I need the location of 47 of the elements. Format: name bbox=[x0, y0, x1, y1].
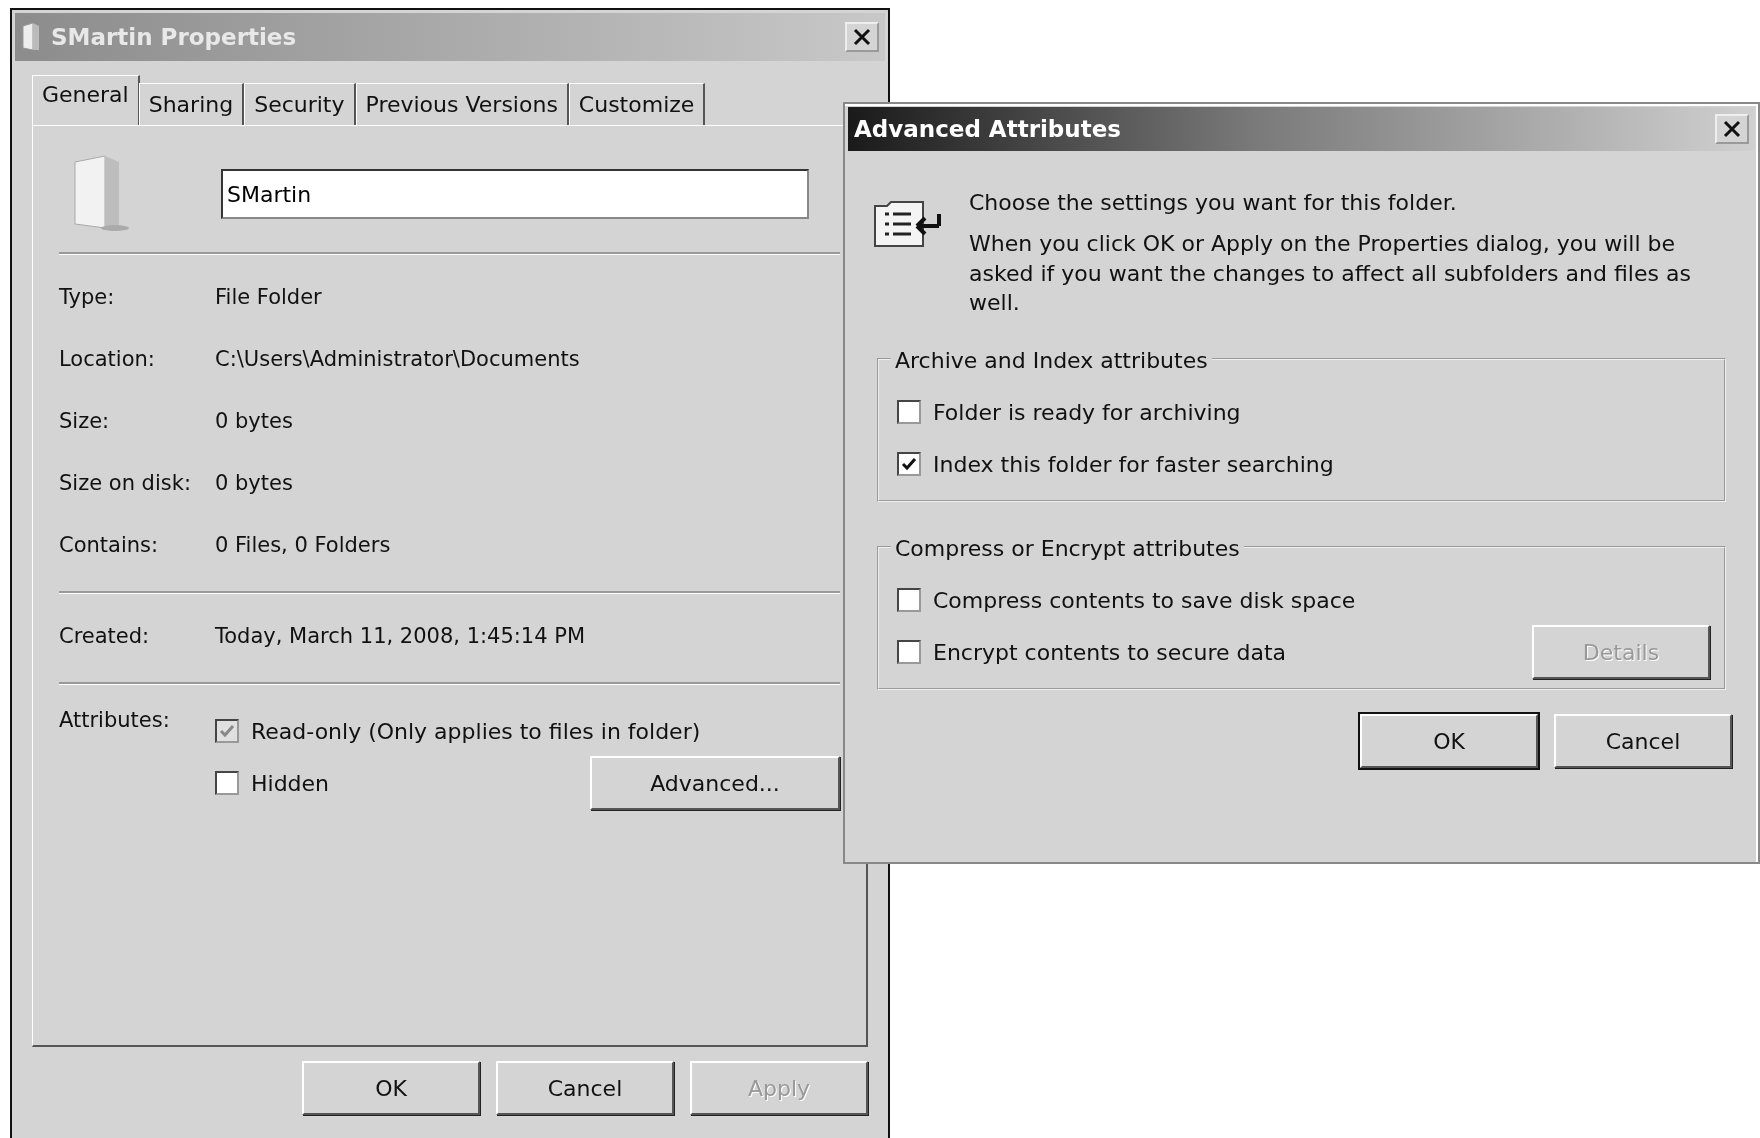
button[interactable]: OK bbox=[1360, 714, 1538, 769]
field-label: Location: bbox=[59, 346, 156, 374]
advanced-button[interactable]: Advanced... bbox=[590, 756, 840, 810]
field-label: Type: bbox=[59, 284, 116, 312]
checkbox-label: Read-only (Only applies to files in folder) bbox=[251, 717, 701, 746]
note-text: When you click OK or Apply on the Properties dialog, you will be asked if you want the changes to affect all subfolders and files as well. bbox=[969, 230, 1692, 318]
close-icon bbox=[853, 28, 871, 46]
checkbox[interactable] bbox=[215, 771, 239, 795]
button[interactable]: OK bbox=[302, 1061, 480, 1115]
tab[interactable]: Customize bbox=[568, 83, 706, 125]
window-title: SMartin Properties bbox=[51, 22, 297, 52]
field-label: Created: bbox=[59, 623, 151, 651]
close-button[interactable] bbox=[845, 22, 879, 52]
field-value: Today, March 11, 2008, 1:45:14 PM bbox=[215, 623, 586, 651]
button[interactable]: Cancel bbox=[496, 1061, 674, 1115]
field-label: Attributes: bbox=[59, 707, 171, 734]
tab[interactable]: General bbox=[32, 75, 140, 125]
tab[interactable]: Previous Versions bbox=[355, 83, 569, 125]
close-button[interactable] bbox=[1715, 114, 1749, 144]
field-value: 0 Files, 0 Folders bbox=[215, 532, 391, 560]
checkbox-label: Hidden bbox=[251, 769, 330, 798]
field-value: File Folder bbox=[215, 284, 322, 312]
button[interactable]: Cancel bbox=[1554, 714, 1732, 769]
check-icon bbox=[219, 723, 235, 739]
tab[interactable]: Security bbox=[244, 83, 356, 125]
checkbox[interactable] bbox=[897, 640, 921, 665]
name-field[interactable]: SMartin bbox=[221, 169, 809, 219]
field-value: C:\Users\Administrator\Documents bbox=[215, 346, 580, 374]
checkbox-label: Folder is ready for archiving bbox=[933, 398, 1241, 427]
field-label: Size: bbox=[59, 408, 111, 436]
close-icon bbox=[1723, 120, 1741, 138]
checkbox[interactable] bbox=[897, 588, 921, 613]
checkbox-label: Compress contents to save disk space bbox=[933, 586, 1356, 615]
folder-icon bbox=[21, 22, 41, 52]
field-label: Size on disk: bbox=[59, 470, 192, 498]
folder-list-icon bbox=[873, 198, 943, 250]
field-value: 0 bytes bbox=[215, 470, 293, 498]
checkbox-label: Encrypt contents to secure data bbox=[933, 638, 1287, 667]
checkbox[interactable] bbox=[897, 452, 921, 477]
checkbox[interactable] bbox=[897, 400, 921, 425]
tab[interactable]: Sharing bbox=[138, 83, 245, 125]
checkbox-label: Index this folder for faster searching bbox=[933, 450, 1334, 479]
intro-text: Choose the settings you want for this folder. bbox=[969, 189, 1458, 217]
window-title: Advanced Attributes bbox=[854, 114, 1121, 144]
field-label: Contains: bbox=[59, 532, 160, 560]
field-value: 0 bytes bbox=[215, 408, 293, 436]
check-icon bbox=[901, 456, 917, 473]
